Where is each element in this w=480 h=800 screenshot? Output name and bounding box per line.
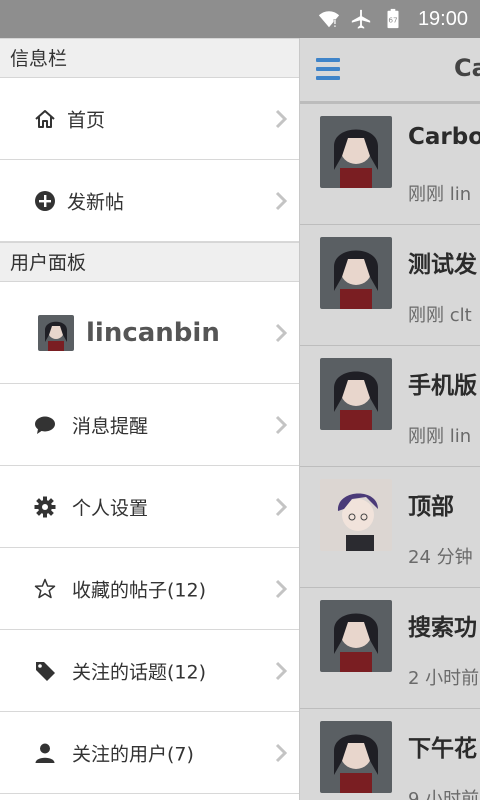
chevron-right-icon (275, 191, 287, 210)
chat-bubble-icon (35, 416, 55, 434)
drawer-item-following[interactable]: 关注的用户(7) (0, 712, 299, 794)
list-item[interactable]: 测试发 刚刚 clt (300, 225, 480, 346)
drawer-item-label: 首页 (67, 109, 106, 131)
drawer-item-label: 个人设置 (72, 497, 149, 519)
drawer-item-label: 关注的用户(7) (72, 743, 194, 765)
airplane-icon (351, 9, 371, 29)
section-header-info: 信息栏 (0, 38, 299, 78)
gear-icon (34, 496, 56, 517)
chevron-right-icon (275, 661, 287, 680)
chevron-right-icon (275, 323, 287, 342)
drawer-item-new-post[interactable]: 发新帖 (0, 160, 299, 242)
topic-title: 测试发 (408, 252, 477, 278)
topic-list-screen: Ca Carbo 刚刚 lin 测试发 刚刚 clt 手机版 刚刚 lin 顶部… (300, 38, 480, 800)
chevron-right-icon (275, 415, 287, 434)
avatar (320, 479, 392, 551)
topic-meta: 24 分钟 (408, 547, 473, 568)
app-header: Ca (300, 38, 480, 104)
drawer-item-home[interactable]: 首页 (0, 78, 299, 160)
chevron-right-icon (275, 743, 287, 762)
topic-meta: 2 小时前 (408, 668, 480, 689)
star-icon (34, 578, 56, 598)
status-time: 19:00 (417, 7, 468, 30)
topic-meta: 9 小时前 (408, 789, 480, 800)
drawer-item-favorites[interactable]: 收藏的帖子(12) (0, 548, 299, 630)
chevron-right-icon (275, 579, 287, 598)
navigation-drawer: 信息栏 首页 发新帖 用户面板 lincanbin 消息提醒 个人设置 收藏的帖… (0, 38, 300, 800)
list-item[interactable]: Carbo 刚刚 lin (300, 104, 480, 225)
drawer-item-settings[interactable]: 个人设置 (0, 466, 299, 548)
username: lincanbin (86, 317, 220, 348)
topic-title: 搜索功 (408, 615, 477, 641)
drawer-item-label: 发新帖 (67, 191, 125, 213)
list-item[interactable]: 顶部 24 分钟 (300, 467, 480, 588)
topic-title: Carbo (408, 124, 480, 150)
page-title: Ca (454, 54, 480, 82)
chevron-right-icon (275, 497, 287, 516)
avatar (320, 600, 392, 672)
drawer-item-label: 消息提醒 (72, 415, 149, 437)
battery-level: 67 (388, 16, 398, 25)
tag-icon (36, 661, 55, 681)
chevron-right-icon (275, 109, 287, 128)
drawer-item-messages[interactable]: 消息提醒 (0, 384, 299, 466)
avatar (320, 237, 392, 309)
plus-circle-icon (35, 190, 55, 211)
drawer-item-label: 收藏的帖子(12) (72, 579, 207, 601)
topic-title: 下午花 (408, 736, 477, 762)
topic-meta: 刚刚 lin (408, 184, 472, 205)
drawer-item-label: 关注的话题(12) (72, 661, 207, 683)
topic-title: 手机版 (408, 373, 477, 399)
list-item[interactable]: 手机版 刚刚 lin (300, 346, 480, 467)
battery-icon: 67 (387, 8, 399, 29)
home-icon (35, 109, 55, 128)
topic-meta: 刚刚 lin (408, 426, 472, 447)
avatar (320, 116, 392, 188)
avatar (320, 721, 392, 793)
drawer-item-profile[interactable]: lincanbin (0, 282, 299, 384)
drawer-item-tags[interactable]: 关注的话题(12) (0, 630, 299, 712)
list-item[interactable]: 搜索功 2 小时前 (300, 588, 480, 709)
menu-icon[interactable] (316, 58, 340, 82)
topic-title: 顶部 (408, 494, 454, 520)
section-header-user: 用户面板 (0, 242, 299, 282)
wifi-icon (318, 11, 340, 28)
user-icon (35, 743, 55, 763)
avatar (38, 314, 74, 351)
avatar (320, 358, 392, 430)
status-bar: 67 19:00 (0, 0, 480, 38)
topic-meta: 刚刚 clt (408, 305, 472, 326)
list-item[interactable]: 下午花 9 小时前 (300, 709, 480, 800)
